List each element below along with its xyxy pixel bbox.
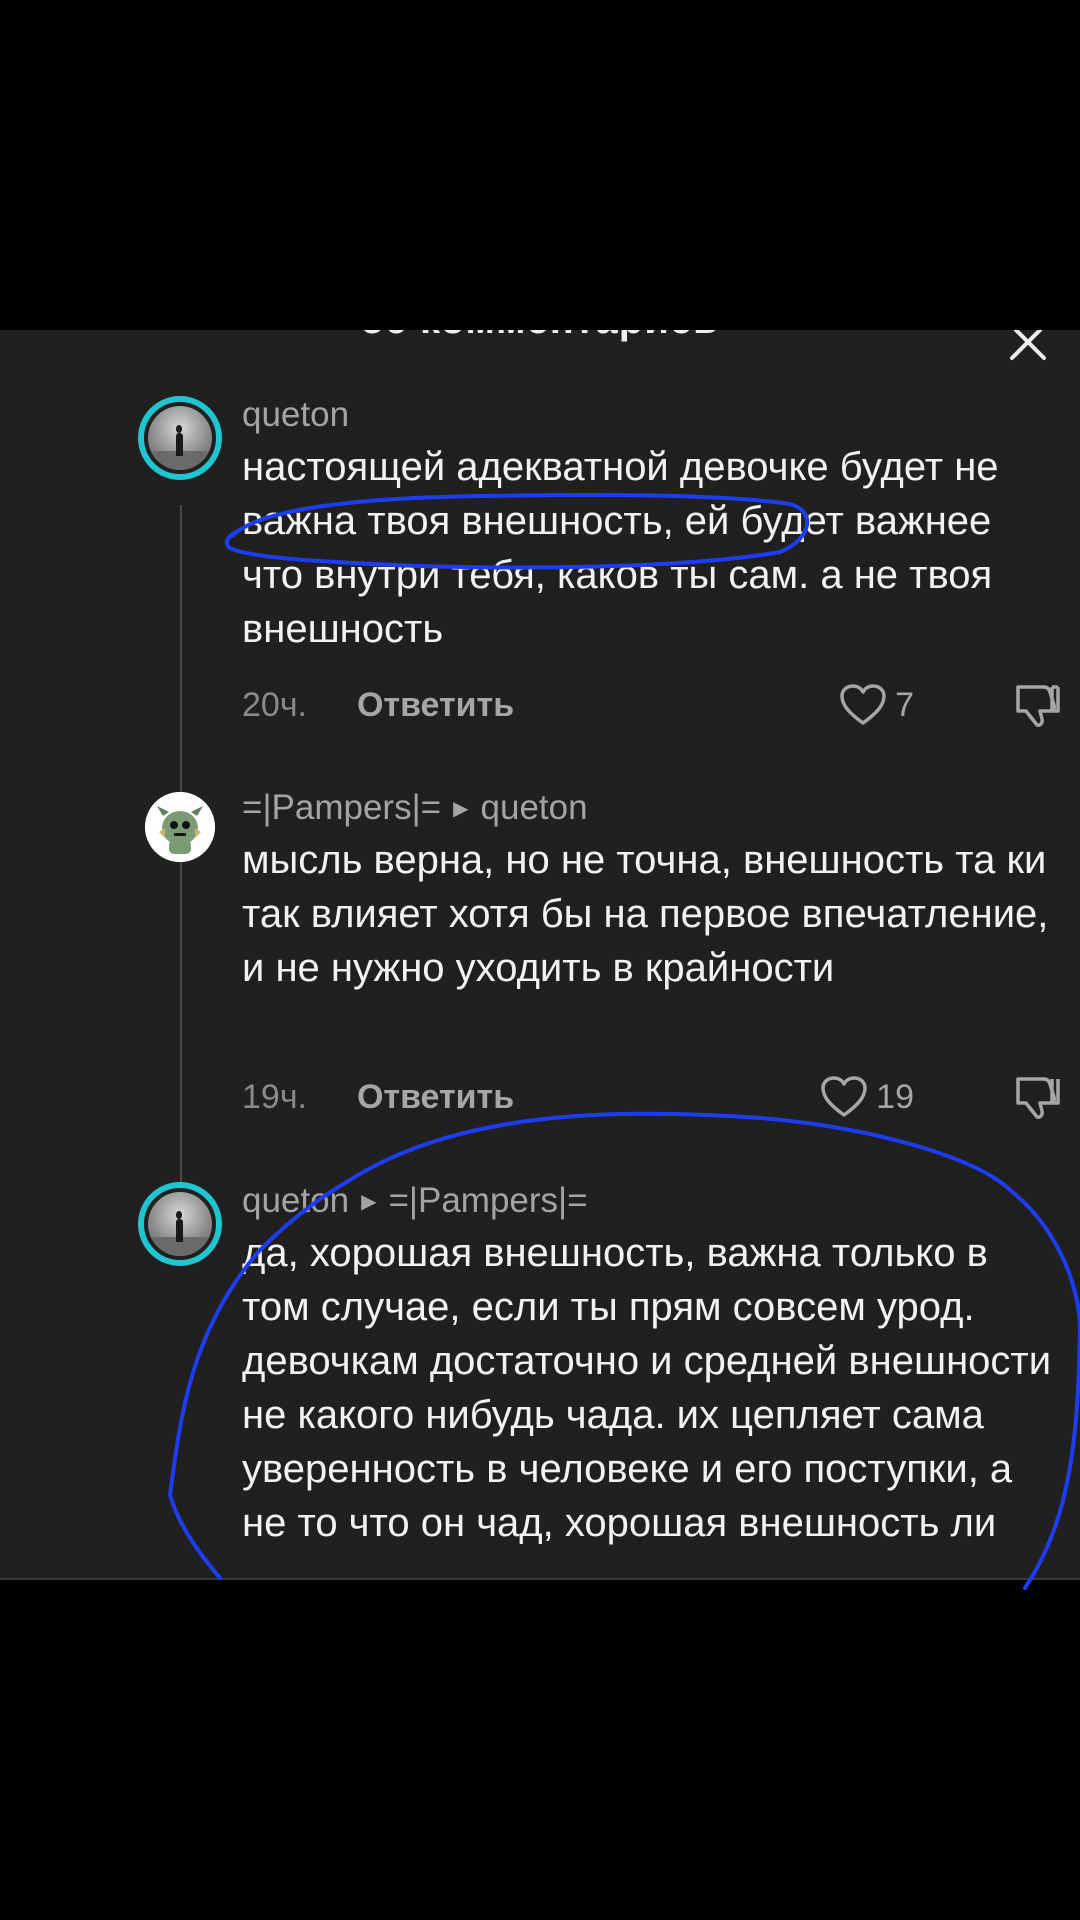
reply-to-name[interactable]: queton bbox=[481, 788, 588, 828]
author-name[interactable]: queton bbox=[242, 395, 349, 435]
like-button[interactable]: 7 bbox=[839, 683, 914, 727]
reply-arrow-icon: ▶ bbox=[453, 797, 469, 820]
thread-line bbox=[180, 905, 182, 1205]
heart-icon[interactable] bbox=[839, 683, 887, 727]
comment: queton настоящей адекватной девочке буде… bbox=[242, 392, 1062, 656]
close-icon[interactable] bbox=[1006, 330, 1050, 364]
reply-button[interactable]: Ответить bbox=[357, 686, 514, 725]
reply-arrow-icon: ▶ bbox=[361, 1190, 377, 1213]
mascot-icon bbox=[145, 792, 215, 862]
comments-panel: 56 комментариев queton настоящей адекват… bbox=[0, 330, 1080, 1580]
like-button[interactable]: 19 bbox=[820, 1075, 914, 1119]
thumbs-down-icon[interactable] bbox=[1012, 1073, 1062, 1121]
comment-text: мысль верна, но не точна, внешность та к… bbox=[242, 838, 1049, 990]
comment-text: настоящей адекватной девочке будет не ва… bbox=[242, 445, 999, 651]
avatar[interactable] bbox=[138, 1182, 222, 1266]
comments-count-title: 56 комментариев bbox=[0, 330, 1080, 343]
reply-to-name[interactable]: =|Pampers|= bbox=[388, 1181, 587, 1221]
comment: queton ▶ =|Pampers|= да, хорошая внешнос… bbox=[242, 1178, 1062, 1550]
video-area bbox=[0, 0, 1080, 330]
comment-time: 20ч. bbox=[242, 685, 307, 724]
thumbs-down-icon[interactable] bbox=[1012, 681, 1062, 729]
reply-button[interactable]: Ответить bbox=[357, 1078, 514, 1117]
avatar[interactable] bbox=[145, 792, 215, 862]
like-count: 7 bbox=[895, 685, 914, 724]
bottom-black-area bbox=[0, 1580, 1080, 1920]
comment-author[interactable]: queton ▶ =|Pampers|= bbox=[242, 1178, 1062, 1224]
like-count: 19 bbox=[876, 1077, 914, 1116]
comment-text: да, хорошая внешность, важна только в то… bbox=[242, 1231, 1052, 1545]
heart-icon[interactable] bbox=[820, 1075, 868, 1119]
comment-author[interactable]: =|Pampers|= ▶ queton bbox=[242, 785, 1062, 831]
author-name[interactable]: queton bbox=[242, 1181, 349, 1221]
author-name[interactable]: =|Pampers|= bbox=[242, 788, 441, 828]
comment-time: 19ч. bbox=[242, 1077, 307, 1116]
comment-author[interactable]: queton bbox=[242, 392, 1062, 438]
avatar[interactable] bbox=[138, 396, 222, 480]
comment: =|Pampers|= ▶ queton мысль верна, но не … bbox=[242, 785, 1062, 995]
